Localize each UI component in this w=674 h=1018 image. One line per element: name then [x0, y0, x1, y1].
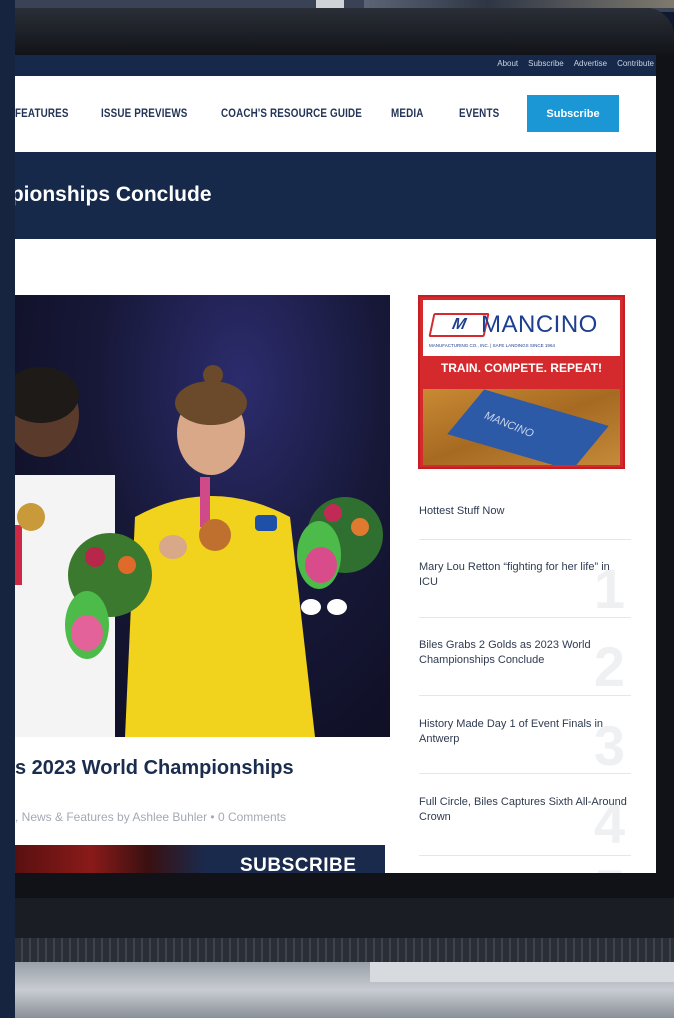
sidebar-title: Hottest Stuff Now: [419, 505, 505, 517]
ad-mat-photo: MANCINO: [423, 389, 620, 465]
photo-edge-strip: [0, 0, 15, 1018]
nav-item-features[interactable]: FEATURES: [15, 106, 69, 120]
laptop-trackpad: [370, 962, 674, 982]
article-headline[interactable]: s 2023 World Championships: [15, 757, 294, 780]
subscribe-button[interactable]: Subscribe: [527, 95, 619, 132]
utility-link-subscribe[interactable]: Subscribe: [528, 59, 564, 68]
subscribe-banner[interactable]: SUBSCRIBE: [15, 845, 385, 873]
sidebar-item-title[interactable]: History Made Day 1 of Event Finals in An…: [419, 717, 629, 747]
laptop-hinge: [15, 898, 674, 940]
nav-item-coaches-resource-guide[interactable]: COACH'S RESOURCE GUIDE: [221, 106, 362, 120]
hero-image[interactable]: [15, 295, 390, 737]
ad-brand: MANCINO: [481, 311, 598, 338]
mancino-ad[interactable]: M MANCINO MANUFACTURING CO., INC. | SAFE…: [418, 295, 625, 469]
utility-links: About Subscribe Advertise Contribute: [497, 59, 654, 68]
laptop-keyboard: [15, 938, 674, 962]
utility-link-about[interactable]: About: [497, 59, 518, 68]
ad-logo: M MANCINO MANUFACTURING CO., INC. | SAFE…: [423, 300, 620, 356]
utility-bar: About Subscribe Advertise Contribute: [15, 55, 656, 76]
sidebar-item-title[interactable]: Biles Grabs 2 Golds as 2023 World Champi…: [419, 638, 629, 668]
article-meta: , News & Features by Ashlee Buhler • 0 C…: [15, 810, 286, 824]
sidebar-item[interactable]: 2 Biles Grabs 2 Golds as 2023 World Cham…: [419, 635, 631, 716]
sidebar-item[interactable]: 3 History Made Day 1 of Event Finals in …: [419, 714, 631, 795]
sidebar-divider: [419, 539, 631, 540]
ad-tagline: TRAIN. COMPETE. REPEAT!: [440, 361, 603, 375]
laptop-bezel: [15, 8, 674, 58]
utility-link-contribute[interactable]: Contribute: [617, 59, 654, 68]
sidebar-item-title[interactable]: Full Circle, Biles Captures Sixth All-Ar…: [419, 795, 629, 825]
page-title: ıpionships Conclude: [15, 183, 212, 206]
sidebar-item-title[interactable]: Mary Lou Retton “fighting for her life” …: [419, 560, 629, 590]
podium-photo: [15, 365, 383, 737]
nav-item-media[interactable]: MEDIA: [391, 106, 424, 120]
sidebar-item[interactable]: 5: [419, 858, 631, 873]
subscribe-banner-label: SUBSCRIBE: [240, 855, 357, 873]
sidebar-item[interactable]: 1 Mary Lou Retton “fighting for her life…: [419, 557, 631, 638]
main-nav: FEATURES ISSUE PREVIEWS COACH'S RESOURCE…: [15, 76, 656, 152]
ad-subtext: MANUFACTURING CO., INC. | SAFE LANDINGS …: [429, 343, 555, 348]
nav-item-events[interactable]: EVENTS: [459, 106, 499, 120]
nav-item-issue-previews[interactable]: ISSUE PREVIEWS: [101, 106, 188, 120]
sidebar-rank: 5: [594, 857, 625, 873]
utility-link-advertise[interactable]: Advertise: [574, 59, 607, 68]
page-title-band: ıpionships Conclude: [15, 152, 656, 239]
browser-screen: About Subscribe Advertise Contribute FEA…: [15, 55, 656, 873]
